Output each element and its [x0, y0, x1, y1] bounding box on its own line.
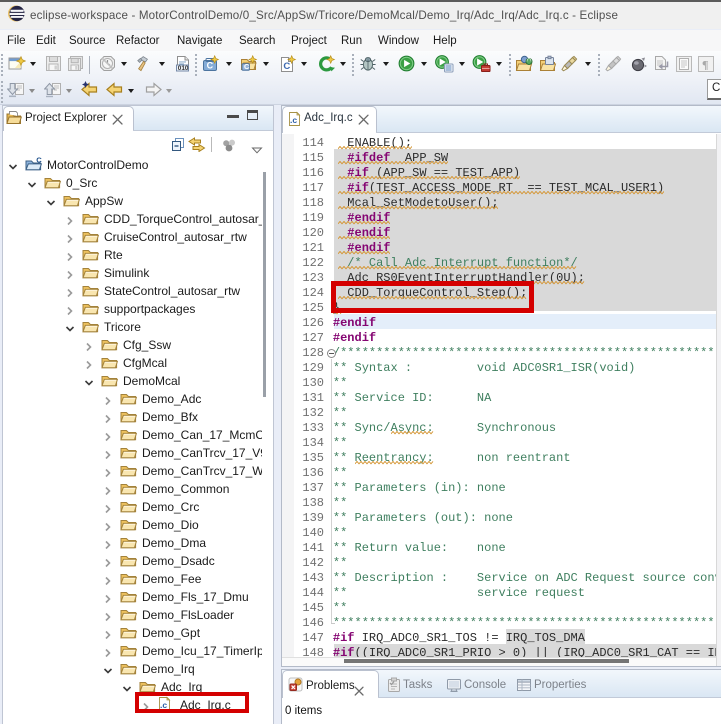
svg-text:.c: .c [290, 115, 297, 125]
svg-text:C: C [36, 156, 42, 164]
svg-text:C: C [283, 61, 290, 72]
svg-text:010: 010 [178, 65, 189, 72]
svg-text:C: C [244, 62, 250, 71]
svg-text:¶: ¶ [702, 57, 708, 71]
svg-text:C: C [207, 61, 214, 71]
